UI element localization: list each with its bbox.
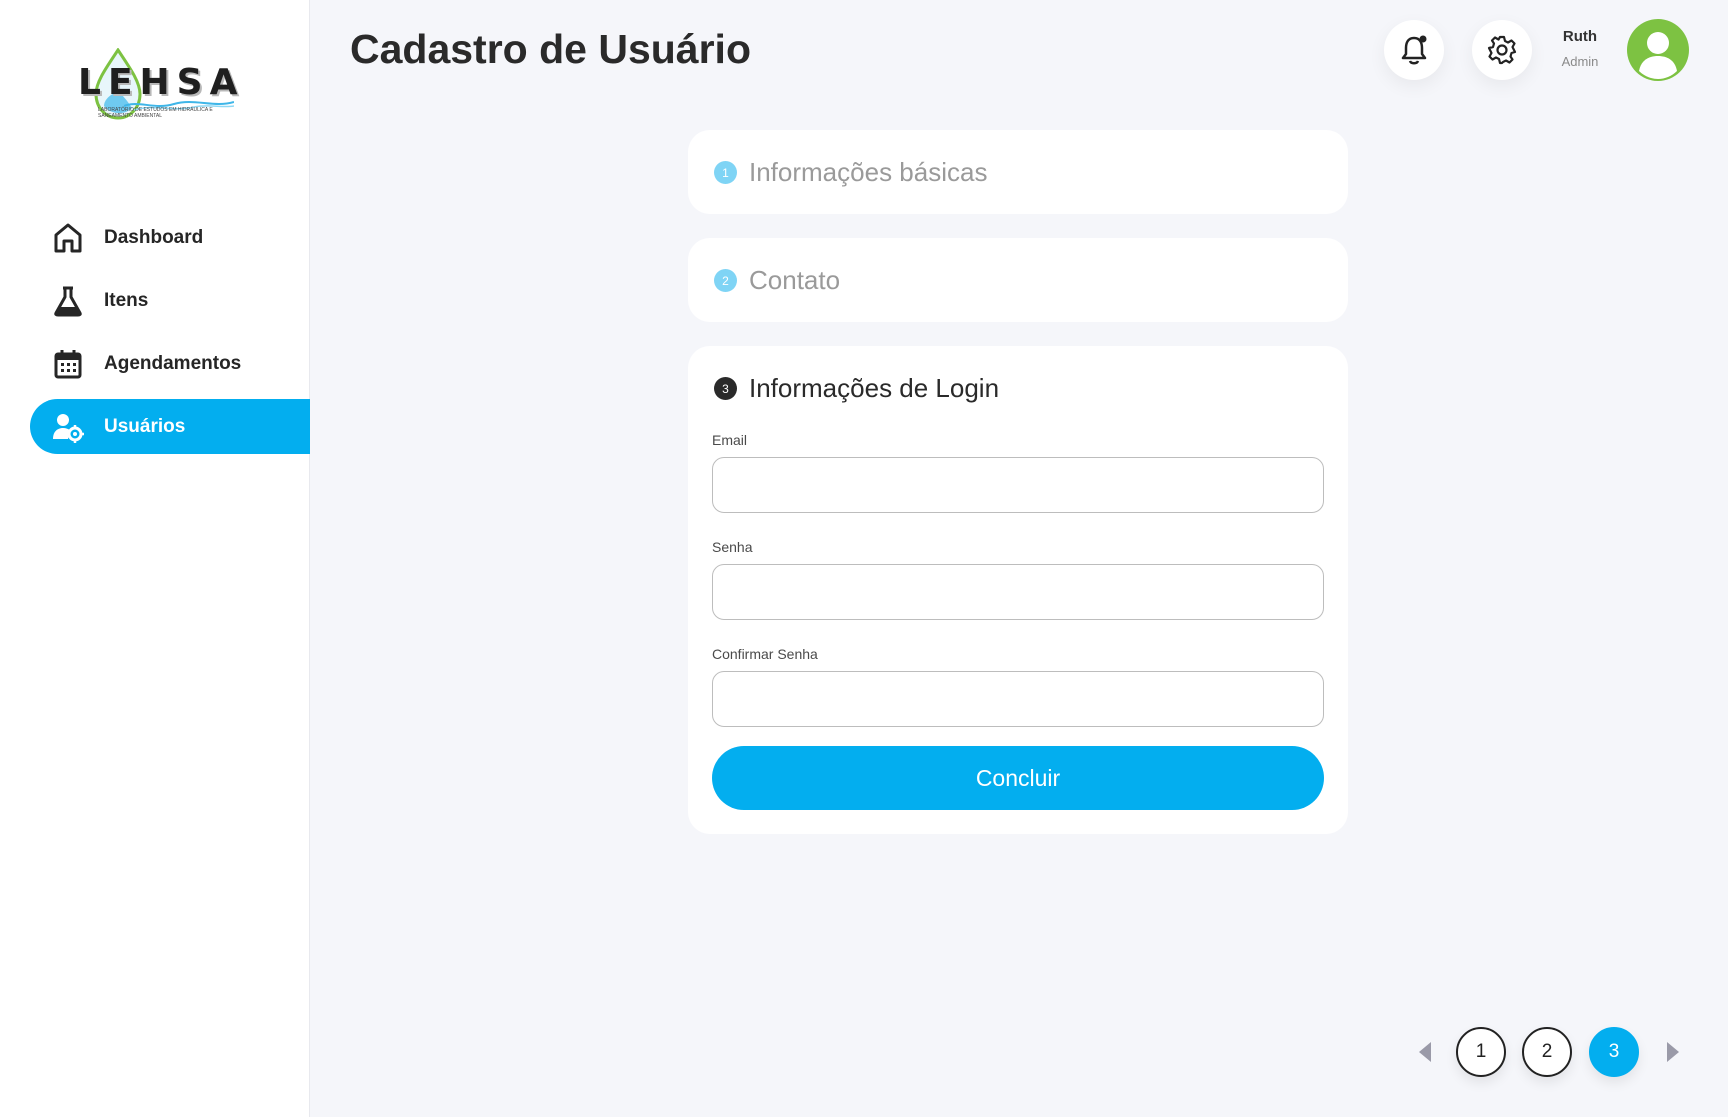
step-number: 2 [714,269,737,292]
calendar-icon [52,348,84,380]
step-card-basic-info: 1 Informações básicas [688,130,1348,214]
sidebar: LEHSA Laboratório de Estudos em Hidráuli… [0,0,310,1117]
sidebar-item-label: Itens [104,289,149,311]
step-title: Contato [749,265,841,295]
step-header-basic-info[interactable]: 1 Informações básicas [714,157,987,188]
sidebar-item-itens[interactable]: Itens [30,273,310,328]
home-icon [52,222,84,254]
step-title: Informações básicas [749,157,988,187]
pagination-page-3[interactable]: 3 [1589,1027,1639,1077]
sidebar-item-dashboard[interactable]: Dashboard [30,210,310,265]
user-name: Ruth [1562,28,1598,45]
confirm-password-label: Confirmar Senha [712,646,818,662]
step-title: Informações de Login [749,373,1000,403]
password-field[interactable] [712,564,1324,620]
step-header-login-info[interactable]: 3 Informações de Login [714,373,999,404]
sidebar-item-label: Usuários [104,415,186,437]
step-header-contact[interactable]: 2 Contato [714,265,840,296]
email-field[interactable] [712,457,1324,513]
confirm-password-field[interactable] [712,671,1324,727]
gear-icon [1487,35,1517,65]
sidebar-item-usuarios[interactable]: Usuários [30,399,310,454]
step-number: 1 [714,161,737,184]
sidebar-nav: Dashboard Itens Agendamentos Usuários [30,210,310,462]
lehsa-logo[interactable]: LEHSA Laboratório de Estudos em Hidráuli… [74,48,244,130]
notifications-button[interactable] [1384,20,1444,80]
sidebar-item-label: Agendamentos [104,352,242,374]
step-card-contact: 2 Contato [688,238,1348,322]
pagination-prev-button[interactable] [1416,1040,1434,1064]
logo-subtitle: Laboratório de Estudos em Hidráulica e S… [98,107,213,119]
caret-left-icon [1419,1042,1431,1062]
avatar[interactable] [1627,19,1689,81]
email-label: Email [712,432,748,448]
sidebar-item-label: Dashboard [104,226,204,248]
flask-icon [52,285,84,317]
logo-wordmark: LEHSA [78,62,245,103]
bell-icon [1401,35,1427,65]
step-card-login-info: 3 Informações de Login Email Senha Confi… [688,346,1348,834]
pagination-next-button[interactable] [1664,1040,1682,1064]
caret-right-icon [1667,1042,1679,1062]
pagination-page-1[interactable]: 1 [1456,1027,1506,1077]
step-number: 3 [714,377,737,400]
password-label: Senha [712,539,753,555]
user-gear-icon [52,411,84,443]
submit-button[interactable]: Concluir [712,746,1324,810]
pagination-page-2[interactable]: 2 [1522,1027,1572,1077]
settings-button[interactable] [1472,20,1532,80]
user-silhouette-icon [1639,32,1677,79]
sidebar-item-agendamentos[interactable]: Agendamentos [30,336,310,391]
user-role: Admin [1561,54,1599,69]
page-title: Cadastro de Usuário [350,26,751,72]
